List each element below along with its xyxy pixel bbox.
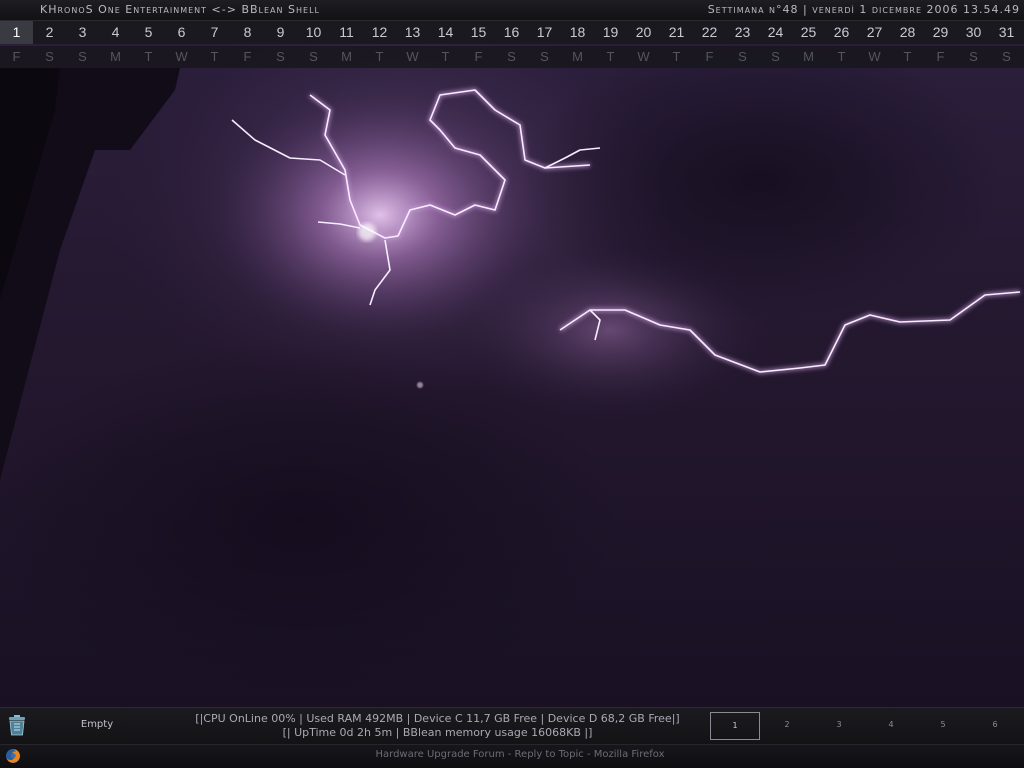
calendar-day[interactable]: 11	[330, 21, 363, 44]
calendar-weekday-label: T	[210, 49, 219, 64]
calendar-day[interactable]: 28	[891, 21, 924, 44]
taskbar: Hardware Upgrade Forum - Reply to Topic …	[0, 744, 1024, 768]
calendar-weekday-label: M	[110, 49, 121, 64]
calendar-day[interactable]: 26	[825, 21, 858, 44]
calendar-day[interactable]: 22	[693, 21, 726, 44]
calendar-weekday-label: W	[175, 49, 188, 64]
desktop: KHronoS One Entertainment <-> BBlean She…	[0, 0, 1024, 768]
recycle-bin-icon[interactable]	[6, 713, 28, 737]
calendar-weekday-label: W	[637, 49, 650, 64]
calendar-weekday-label: F	[936, 49, 945, 64]
calendar-weekday-label: S	[771, 49, 780, 64]
calendar-day[interactable]: 21	[660, 21, 693, 44]
firefox-icon[interactable]	[5, 748, 21, 764]
calendar-weekday-label: S	[540, 49, 549, 64]
calendar-weekday-label: S	[1002, 49, 1011, 64]
toolbar-title: KHronoS One Entertainment <-> BBlean She…	[40, 3, 320, 16]
sysinfo-line-1: [|CPU OnLine 00% | Used RAM 492MB | Devi…	[195, 712, 680, 725]
calendar-weekday-label: M	[341, 49, 352, 64]
calendar-day[interactable]: 30	[957, 21, 990, 44]
calendar-day[interactable]: 16	[495, 21, 528, 44]
calendar-day[interactable]: 27	[858, 21, 891, 44]
calendar-weekday-label: S	[507, 49, 516, 64]
calendar-day[interactable]: 25	[792, 21, 825, 44]
system-info-monitor: [|CPU OnLine 00% | Used RAM 492MB | Devi…	[170, 712, 705, 740]
calendar-day[interactable]: 18	[561, 21, 594, 44]
calendar-day[interactable]: 7	[198, 21, 231, 44]
calendar-day-row: 1 2 3 4 5 6 7 8 9 10 11 12 13 14 15 16 17 18 19 20 21 22 23 24 2…	[0, 21, 1024, 44]
calendar-day[interactable]: 12	[363, 21, 396, 44]
calendar-weekday-label: T	[375, 49, 384, 64]
workspace-pager: 123456	[710, 712, 1022, 740]
calendar-weekday-label: M	[572, 49, 583, 64]
calendar-weekday-label: M	[803, 49, 814, 64]
calendar-weekday-label: T	[441, 49, 450, 64]
calendar-weekday-label: S	[78, 49, 87, 64]
calendar-day[interactable]: 9	[264, 21, 297, 44]
clock-date-label[interactable]: Settimana n°48 | venerdì 1 dicembre 2006…	[708, 3, 1020, 16]
calendar-weekday-label: T	[837, 49, 846, 64]
top-toolbar: KHronoS One Entertainment <-> BBlean She…	[0, 0, 1024, 21]
calendar-weekday-label: W	[868, 49, 881, 64]
calendar-weekday-label: F	[12, 49, 21, 64]
calendar-day[interactable]: 29	[924, 21, 957, 44]
calendar-weekday-label: F	[243, 49, 252, 64]
calendar-day[interactable]: 3	[66, 21, 99, 44]
calendar-day[interactable]: 6	[165, 21, 198, 44]
workspace-button[interactable]: 4	[866, 712, 916, 740]
calendar-weekday-label: S	[309, 49, 318, 64]
calendar-day[interactable]: 8	[231, 21, 264, 44]
bottom-panel: Empty [|CPU OnLine 00% | Used RAM 492MB …	[0, 707, 1024, 744]
workspace-button[interactable]: 5	[918, 712, 968, 740]
calendar-day[interactable]: 23	[726, 21, 759, 44]
calendar-weekday-label: F	[474, 49, 483, 64]
workspace-button[interactable]: 1	[710, 712, 760, 740]
calendar-day[interactable]: 15	[462, 21, 495, 44]
calendar-weekday-label: T	[144, 49, 153, 64]
workspace-button[interactable]: 2	[762, 712, 812, 740]
calendar-weekday-row: FSSMTWTFSSMTWTFSSMTWTFSSMTWTFSS	[0, 46, 1024, 68]
recycle-bin-label[interactable]: Empty	[60, 719, 134, 730]
taskbar-window-title[interactable]: Hardware Upgrade Forum - Reply to Topic …	[200, 749, 840, 760]
calendar-day[interactable]: 4	[99, 21, 132, 44]
calendar-weekday-label: S	[738, 49, 747, 64]
calendar-weekday-label: T	[903, 49, 912, 64]
calendar-day[interactable]: 31	[990, 21, 1023, 44]
calendar-day[interactable]: 20	[627, 21, 660, 44]
calendar-weekday-label: T	[606, 49, 615, 64]
calendar-day[interactable]: 1	[0, 21, 33, 44]
calendar-weekday-label: S	[276, 49, 285, 64]
calendar-weekday-label: T	[672, 49, 681, 64]
calendar-day[interactable]: 17	[528, 21, 561, 44]
sysinfo-line-2: [| UpTime 0d 2h 5m | BBlean memory usage…	[282, 726, 593, 739]
calendar-day[interactable]: 24	[759, 21, 792, 44]
workspace-button[interactable]: 3	[814, 712, 864, 740]
calendar-day[interactable]: 10	[297, 21, 330, 44]
wallpaper-lightning-storm	[0, 0, 1024, 768]
workspace-button[interactable]: 6	[970, 712, 1020, 740]
calendar-day[interactable]: 5	[132, 21, 165, 44]
calendar-day[interactable]: 19	[594, 21, 627, 44]
calendar-weekday-label: S	[969, 49, 978, 64]
calendar-day[interactable]: 13	[396, 21, 429, 44]
calendar-day[interactable]: 2	[33, 21, 66, 44]
calendar-weekday-label: F	[705, 49, 714, 64]
calendar-day[interactable]: 14	[429, 21, 462, 44]
calendar-weekday-label: S	[45, 49, 54, 64]
calendar-weekday-label: W	[406, 49, 419, 64]
